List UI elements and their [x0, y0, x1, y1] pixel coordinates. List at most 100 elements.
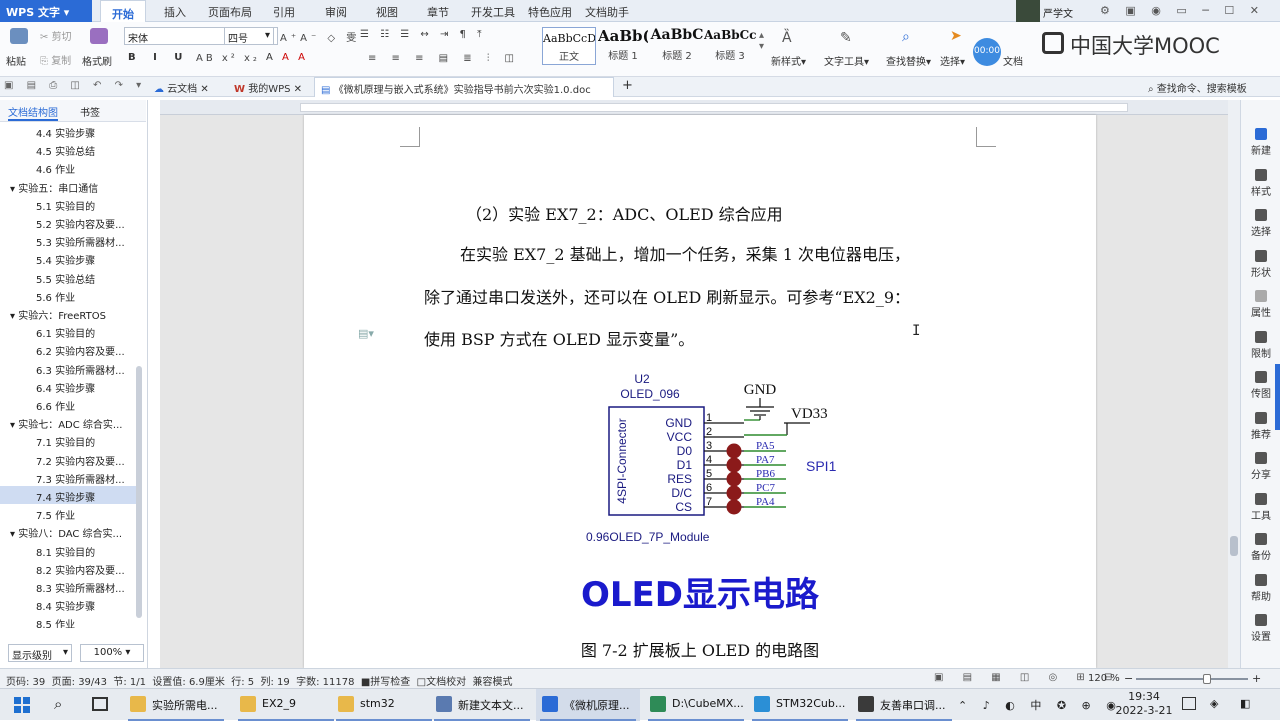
grow-shrink-font-icon[interactable]: A⁺A⁻ ◇ 雯: [280, 29, 360, 44]
taskbar-app[interactable]: 新建文本文...: [430, 689, 534, 721]
tab-home[interactable]: 开始: [100, 0, 146, 22]
tab-doc-assistant[interactable]: 文档助手: [585, 4, 629, 20]
outline-item[interactable]: 8.4 实验步骤: [0, 595, 138, 613]
paragraph-handle-icon[interactable]: ▤▾: [358, 327, 374, 340]
tab-bookmark[interactable]: 书签: [80, 104, 100, 119]
text-tools-icon[interactable]: ✎: [840, 30, 852, 46]
outline-chapter[interactable]: ▾ 实验五：串口通信: [0, 177, 138, 195]
outline-item[interactable]: 8.2 实验内容及要...: [0, 559, 138, 577]
doc-button[interactable]: 文档: [1003, 53, 1023, 68]
outline-item[interactable]: 4.6 作业: [0, 158, 138, 176]
sidebar-btn-2[interactable]: 选择: [1241, 209, 1280, 238]
outline-item[interactable]: 6.4 实验步骤: [0, 377, 138, 395]
outline-item[interactable]: 6.2 实验内容及要...: [0, 340, 138, 358]
new-style-button[interactable]: 新样式▾: [771, 53, 806, 68]
proof-toggle[interactable]: □文档校对: [417, 677, 466, 688]
select-button[interactable]: 选择▾: [940, 53, 965, 68]
font-size-select[interactable]: 四号 ▾: [224, 27, 274, 45]
tab-references[interactable]: 引用: [273, 4, 295, 20]
text-tools-button[interactable]: 文字工具▾: [824, 53, 869, 68]
outline-item[interactable]: 5.2 实验内容及要...: [0, 213, 138, 231]
status-chars[interactable]: 字数: 11178: [296, 677, 354, 688]
sidebar-btn-4[interactable]: 属性: [1241, 290, 1280, 319]
style-heading-3[interactable]: AaBbCc 标题 3: [704, 27, 756, 65]
quick-actions-icon[interactable]: ▣ ▤ ⎙ ◫ ↶ ↷ ▾: [4, 80, 146, 91]
collapse-icon[interactable]: ▾: [10, 529, 18, 540]
sidebar-btn-9[interactable]: 工具: [1241, 492, 1280, 522]
document-page[interactable]: （2）实验 EX7_2：ADC、OLED 综合应用 在实验 EX7_2 基础上，…: [304, 115, 1096, 668]
vertical-scrollbar[interactable]: [1228, 100, 1240, 668]
outline-scrollbar[interactable]: [136, 366, 142, 618]
cursor-arrow-icon[interactable]: ➤: [950, 28, 962, 44]
taskbar-app[interactable]: 《微机原理...: [536, 689, 640, 721]
format-painter-button[interactable]: 格式刷: [82, 53, 112, 68]
outline-item[interactable]: 7.3 实验所需器材...: [0, 468, 138, 486]
outline-item[interactable]: 5.6 作业: [0, 286, 138, 304]
clock[interactable]: 19:34 2022-3-21: [1112, 690, 1176, 718]
sidebar-handle[interactable]: [1275, 364, 1280, 430]
outline-item[interactable]: 7.4 实验步骤: [0, 486, 138, 504]
tab-developer[interactable]: 开发工具: [471, 4, 515, 20]
spell-check-toggle[interactable]: ■拼写检查: [361, 677, 410, 688]
tray-icons[interactable]: ⌃ ♪ ◐ 中 ✪ ⊕ ◉: [958, 697, 1122, 713]
display-level-select[interactable]: 显示级别 ▾: [8, 644, 72, 662]
font-color-icon[interactable]: A A A: [266, 52, 308, 63]
style-heading-1[interactable]: AaBb( 标题 1: [598, 27, 648, 65]
search-icon[interactable]: ⌕: [902, 29, 910, 45]
timer-badge[interactable]: 00:00: [973, 38, 1001, 66]
align-icons[interactable]: ≡ ≡ ≡ ▤ ≣ ⫶ ◫: [368, 53, 520, 64]
new-style-icon[interactable]: Ȁ: [782, 30, 792, 46]
window-controls-icon[interactable]: ⚙ ▣ ◉ ▭ ─ ☐ ✕: [1100, 4, 1265, 17]
taskbar-app[interactable]: D:\CubeMX...: [644, 689, 748, 721]
sidebar-btn-12[interactable]: 设置: [1241, 614, 1280, 643]
command-search[interactable]: ⌕ 查找命令、搜索模板: [1142, 77, 1253, 97]
tab-document[interactable]: ▤ 《微机原理与嵌入式系统》实验指导书前六次实验1.0.doc: [314, 77, 614, 97]
copy-button[interactable]: ⎘ 复制: [40, 52, 71, 67]
taskbar-app[interactable]: 实验所需电...: [124, 689, 228, 721]
sidebar-btn-11[interactable]: 帮助: [1241, 573, 1280, 603]
outline-zoom-select[interactable]: 100% ▾: [80, 644, 144, 662]
taskbar-app[interactable]: 友善串口调...: [852, 689, 956, 721]
tab-insert[interactable]: 插入: [164, 4, 186, 20]
tray-extra-icon[interactable]: ◈: [1210, 697, 1218, 710]
outline-item[interactable]: 7.5 作业: [0, 504, 138, 522]
list-icons[interactable]: ☰ ☷ ☰ ↔ ⇥ ¶ ⤒: [360, 29, 486, 40]
scroll-thumb[interactable]: [1230, 536, 1238, 556]
tab-cloud-docs[interactable]: ☁ 云文档 ✕: [148, 77, 215, 97]
collapse-icon[interactable]: ▾: [10, 311, 18, 322]
sidebar-btn-1[interactable]: 样式: [1241, 168, 1280, 198]
collapse-icon[interactable]: ▾: [10, 184, 18, 195]
bold-italic-underline-icon[interactable]: B I U: [128, 52, 189, 63]
outline-item[interactable]: 4.5 实验总结: [0, 140, 138, 158]
outline-chapter[interactable]: ▾ 实验八：DAC 综合实...: [0, 522, 138, 540]
tab-page-layout[interactable]: 页面布局: [208, 4, 252, 20]
app-menu-button[interactable]: WPS 文字 ▾: [0, 0, 92, 22]
paste-button[interactable]: 粘贴: [6, 53, 26, 68]
sidebar-btn-8[interactable]: 分享: [1241, 452, 1280, 481]
sidebar-btn-5[interactable]: 限制: [1241, 330, 1280, 360]
sidebar-btn-3[interactable]: 形状: [1241, 249, 1280, 279]
tab-outline[interactable]: 文档结构图: [8, 104, 58, 121]
task-view-icon[interactable]: [92, 697, 108, 711]
taskbar-app[interactable]: stm32: [332, 689, 436, 721]
zoom-in-button[interactable]: +: [1252, 672, 1261, 685]
start-icon[interactable]: [14, 697, 30, 713]
outline-chapter[interactable]: ▾ 实验六：FreeRTOS: [0, 304, 138, 322]
outline-item[interactable]: 6.1 实验目的: [0, 322, 138, 340]
outline-item[interactable]: 5.4 实验步骤: [0, 249, 138, 267]
cut-button[interactable]: ✂ 剪切: [40, 28, 72, 43]
outline-item[interactable]: 8.1 实验目的: [0, 541, 138, 559]
search-icon[interactable]: ⌕: [54, 695, 62, 713]
paste-icon[interactable]: [10, 28, 28, 44]
status-pages[interactable]: 页面: 39/43: [52, 677, 107, 688]
outline-item[interactable]: 7.2 实验内容及要...: [0, 450, 138, 468]
outline-item[interactable]: 6.6 作业: [0, 395, 138, 413]
outline-item[interactable]: 8.3 实验所需器材...: [0, 577, 138, 595]
style-heading-2[interactable]: AaBbC 标题 2: [650, 27, 704, 65]
find-replace-button[interactable]: 查找替换▾: [886, 53, 931, 68]
collapse-icon[interactable]: ▾: [10, 420, 18, 431]
outline-item[interactable]: 5.5 实验总结: [0, 268, 138, 286]
taskbar-app[interactable]: EX2_9: [234, 689, 338, 721]
new-tab-button[interactable]: +: [616, 77, 639, 97]
outline-item[interactable]: 8.5 作业: [0, 613, 138, 628]
